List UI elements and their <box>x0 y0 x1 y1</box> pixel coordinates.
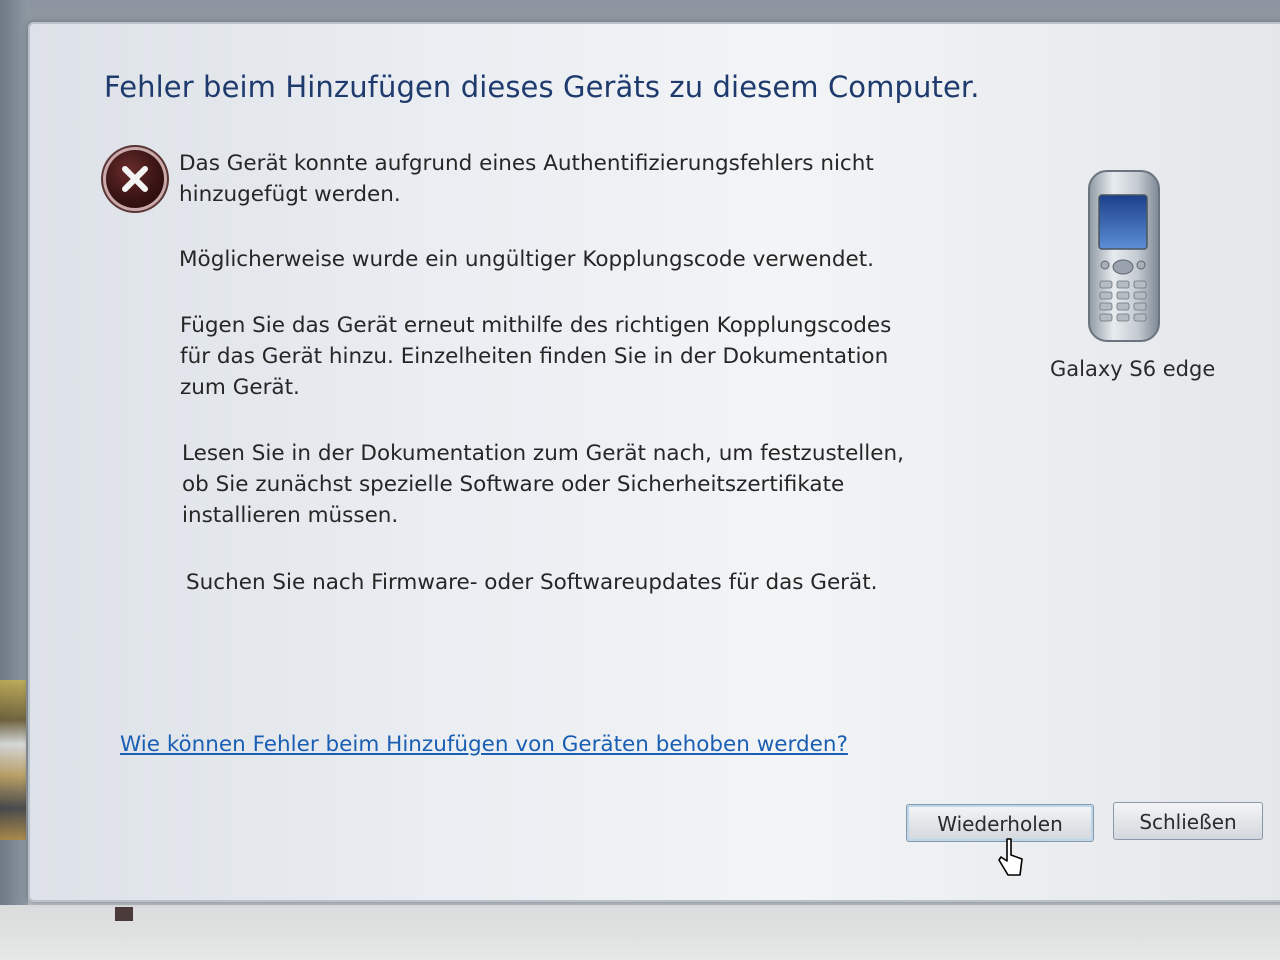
message-line: für das Gerät hinzu. Einzelheiten finden… <box>180 344 889 369</box>
message-line: Möglicherweise wurde ein ungültiger Kopp… <box>179 247 874 272</box>
message-line: hinzugefügt werden. <box>179 182 401 207</box>
mouse-pointer-icon <box>998 837 1024 877</box>
device-name: Galaxy S6 edge <box>1050 357 1216 381</box>
taskbar-item <box>115 907 133 921</box>
message-line: Fügen Sie das Gerät erneut mithilfe des … <box>180 313 892 338</box>
message-retry-advice: Fügen Sie das Gerät erneut mithilfe des … <box>180 310 891 403</box>
error-dialog: Fehler beim Hinzufügen dieses Geräts zu … <box>28 22 1280 902</box>
message-documentation-advice: Lesen Sie in der Dokumentation zum Gerät… <box>182 438 904 531</box>
dialog-title: Fehler beim Hinzufügen dieses Geräts zu … <box>104 70 980 104</box>
background-window-content <box>0 680 26 840</box>
message-invalid-code: Möglicherweise wurde ein ungültiger Kopp… <box>179 244 874 275</box>
mobile-phone-icon <box>1083 167 1165 347</box>
message-line: Lesen Sie in der Dokumentation zum Gerät… <box>182 441 904 466</box>
message-line: installieren müssen. <box>182 503 399 528</box>
message-line: Das Gerät konnte aufgrund eines Authenti… <box>179 151 874 176</box>
message-auth-failure: Das Gerät konnte aufgrund eines Authenti… <box>179 148 874 210</box>
message-line: zum Gerät. <box>180 375 300 400</box>
message-update-advice: Suchen Sie nach Firmware- oder Softwareu… <box>186 567 877 598</box>
taskbar-area <box>0 905 1280 960</box>
close-button[interactable]: Schließen <box>1113 802 1263 840</box>
screen: Fehler beim Hinzufügen dieses Geräts zu … <box>0 0 1280 960</box>
troubleshooting-link[interactable]: Wie können Fehler beim Hinzufügen von Ge… <box>120 732 848 757</box>
message-line: Suchen Sie nach Firmware- oder Softwareu… <box>186 570 878 595</box>
retry-button[interactable]: Wiederholen <box>906 804 1094 842</box>
message-line: ob Sie zunächst spezielle Software oder … <box>182 472 845 497</box>
background-window-edge <box>0 0 28 960</box>
error-x-icon <box>106 150 164 208</box>
